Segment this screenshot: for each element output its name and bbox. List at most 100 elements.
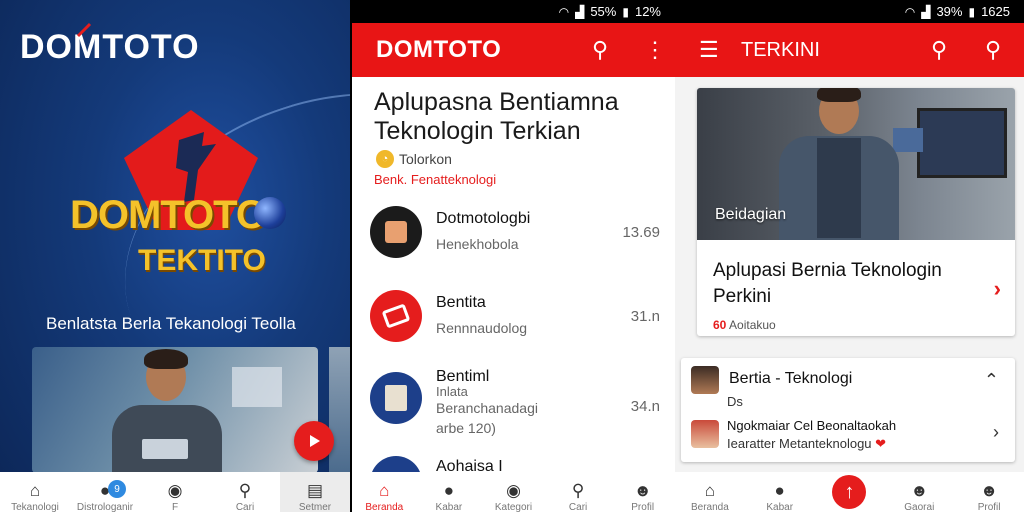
- tagline: Benlatsta Berla Tekanologi Teolla: [46, 314, 296, 333]
- item-thumbnail: [370, 206, 422, 258]
- bottom-nav: ⌂ Beranda ● Kabar ◉ Kategori ⚲ Cari ☻ Pr…: [352, 472, 675, 512]
- related-subtitle: Iearatter Metanteknologu ❤: [727, 436, 886, 452]
- headline[interactable]: Aplupasna Bentiamna Teknologin Terkian: [374, 88, 664, 146]
- photo-label: Beidagian: [715, 206, 787, 223]
- item-thumbnail: [370, 372, 422, 424]
- item-title: Aohaisa I: [436, 458, 503, 472]
- app-bar: DOMTOTO ⚲ ⋮: [352, 23, 675, 77]
- camera-icon: ◉: [167, 481, 183, 500]
- nav-label: F: [171, 502, 179, 512]
- nav-label: Gaorai: [904, 502, 935, 512]
- battery-percent: 55%: [590, 4, 617, 19]
- person-icon: ☻: [633, 481, 652, 500]
- chevron-right-icon[interactable]: ›: [993, 422, 999, 443]
- item-time: 34.n: [630, 398, 660, 415]
- featured-article-card[interactable]: Beidagian Aplupasi Bernia Teknologin Per…: [697, 88, 1015, 336]
- nav-label: Kabar: [435, 502, 463, 512]
- play-button[interactable]: [294, 421, 334, 461]
- item-title: Dotmotologbi: [436, 210, 531, 227]
- monitor-shape: [917, 108, 1007, 178]
- related-subtitle: Ds: [727, 394, 743, 409]
- related-item[interactable]: Ngokmaiar Cel Beonaltaokah Iearatter Met…: [681, 412, 1015, 460]
- feed-screen: ◠ ▟ 55% ▮ 12% DOMTOTO ⚲ ⋮ Aplupasna Bent…: [352, 0, 675, 512]
- search-icon[interactable]: ⚲: [931, 37, 947, 63]
- logo-mark-icon: [76, 22, 92, 38]
- app-brand: DOMTOTO: [376, 36, 502, 63]
- person-figure: [779, 88, 899, 240]
- home-icon: ⌂: [704, 481, 716, 500]
- nav-item-search[interactable]: ⚲ Cari: [210, 472, 280, 512]
- item-title: Bentita: [436, 294, 486, 311]
- search-icon[interactable]: ⚲: [592, 37, 608, 63]
- brand-subtitle: TEKTITO: [138, 244, 266, 277]
- nav-item-camera[interactable]: ◉ F: [140, 472, 210, 512]
- item-subtitle: Rennnaudolog: [436, 320, 528, 336]
- status-bar: ◠ ▟ 55% ▮ 12%: [352, 0, 675, 23]
- nav-label: Beranda: [365, 502, 404, 512]
- page-title: TERKINI: [741, 38, 820, 61]
- meta-prefix: 60: [713, 318, 727, 332]
- search-icon: ⚲: [238, 481, 252, 500]
- article-title: Aplupasi Bernia Teknologin Perkini: [713, 260, 942, 307]
- notification-badge: 9: [108, 480, 126, 498]
- globe-icon: [254, 197, 286, 229]
- related-subtitle-text: Iearatter Metanteknologu: [727, 436, 872, 451]
- item-thumbnail: [370, 456, 422, 472]
- nav-item-search[interactable]: ⚲ Cari: [546, 472, 611, 512]
- item-time: 31.n: [630, 308, 660, 325]
- avatar: [691, 366, 719, 394]
- battery-icon: ▮: [968, 4, 976, 19]
- wifi-icon: ◠: [558, 4, 570, 19]
- signal-icon: ▟: [921, 4, 931, 19]
- chat-icon: ●: [774, 481, 785, 500]
- nav-item-profile[interactable]: ☻ Profil: [954, 472, 1024, 512]
- home-icon: ⌂: [29, 481, 41, 500]
- related-list: Bertia - Teknologi Ds ⌃ Ngokmaiar Cel Be…: [681, 358, 1015, 462]
- chevron-right-icon[interactable]: ›: [994, 276, 1001, 302]
- signal-icon: ▟: [575, 4, 585, 19]
- category-link[interactable]: Benk. Fenatteknologi: [374, 172, 496, 187]
- nav-item-home[interactable]: ⌂ Beranda: [675, 472, 745, 512]
- nav-label: Kategori: [494, 502, 533, 512]
- news-icon: ▤: [306, 481, 324, 500]
- next-hero-image[interactable]: [329, 347, 350, 473]
- nav-item-news[interactable]: ▤ Setmer: [280, 472, 350, 512]
- article-meta: 60 Aoitakuo: [713, 318, 776, 332]
- nav-item-home[interactable]: ⌂ Tekanologi: [0, 472, 70, 512]
- nav-label: Tekanologi: [11, 502, 59, 512]
- person-figure: [112, 347, 222, 473]
- more-vert-icon[interactable]: ⋮: [644, 37, 666, 63]
- search-icon[interactable]: ⚲: [985, 37, 1001, 63]
- menu-icon[interactable]: ☰: [699, 37, 719, 63]
- wifi-icon: ◠: [904, 4, 916, 19]
- source-icon: ◔: [376, 150, 394, 168]
- nav-label: Cari: [568, 502, 588, 512]
- plus-icon[interactable]: ↑: [832, 475, 867, 509]
- related-item[interactable]: Bertia - Teknologi Ds ⌃: [681, 358, 1015, 409]
- list-item[interactable]: Aohaisa I: [370, 456, 670, 472]
- nav-item-category[interactable]: ◉ Kategori: [481, 472, 546, 512]
- clock: 12%: [634, 4, 661, 19]
- nav-item-chat[interactable]: ● 9 Distrologanir: [70, 472, 140, 512]
- brand-wordmark: DOMTOTO: [70, 193, 267, 237]
- nav-item-chat[interactable]: ● Kabar: [745, 472, 815, 512]
- hero-image[interactable]: [32, 347, 318, 473]
- nav-item-people[interactable]: ☻ Gaorai: [884, 472, 954, 512]
- camera-icon: ◉: [506, 481, 521, 500]
- play-icon: [310, 435, 320, 447]
- detail-screen: ◠ ▟ 39% ▮ 1625 ☰ TERKINI ⚲ ⚲ Beidagian A…: [675, 0, 1024, 512]
- nav-item-home[interactable]: ⌂ Beranda: [352, 472, 417, 512]
- nav-item-chat[interactable]: ● Kabar: [417, 472, 482, 512]
- app-bar: ☰ TERKINI ⚲ ⚲: [675, 23, 1024, 77]
- person-icon: ☻: [980, 481, 999, 500]
- nav-item-profile[interactable]: ☻ Profil: [610, 472, 675, 512]
- list-item[interactable]: Bentita Rennnaudolog 31.n: [370, 290, 670, 350]
- chevron-up-icon[interactable]: ⌃: [984, 370, 999, 391]
- meta-author: Aoitakuo: [729, 318, 776, 332]
- clock: 1625: [981, 4, 1010, 19]
- nav-label: Beranda: [690, 502, 729, 512]
- related-title: Bertia - Teknologi: [729, 370, 853, 387]
- list-item[interactable]: Bentiml Inlata Beranchanadagi arbe 120) …: [370, 368, 670, 442]
- nav-item-add[interactable]: ↑: [815, 472, 885, 512]
- list-item[interactable]: Dotmotologbi Henekhobola 13.69: [370, 206, 670, 266]
